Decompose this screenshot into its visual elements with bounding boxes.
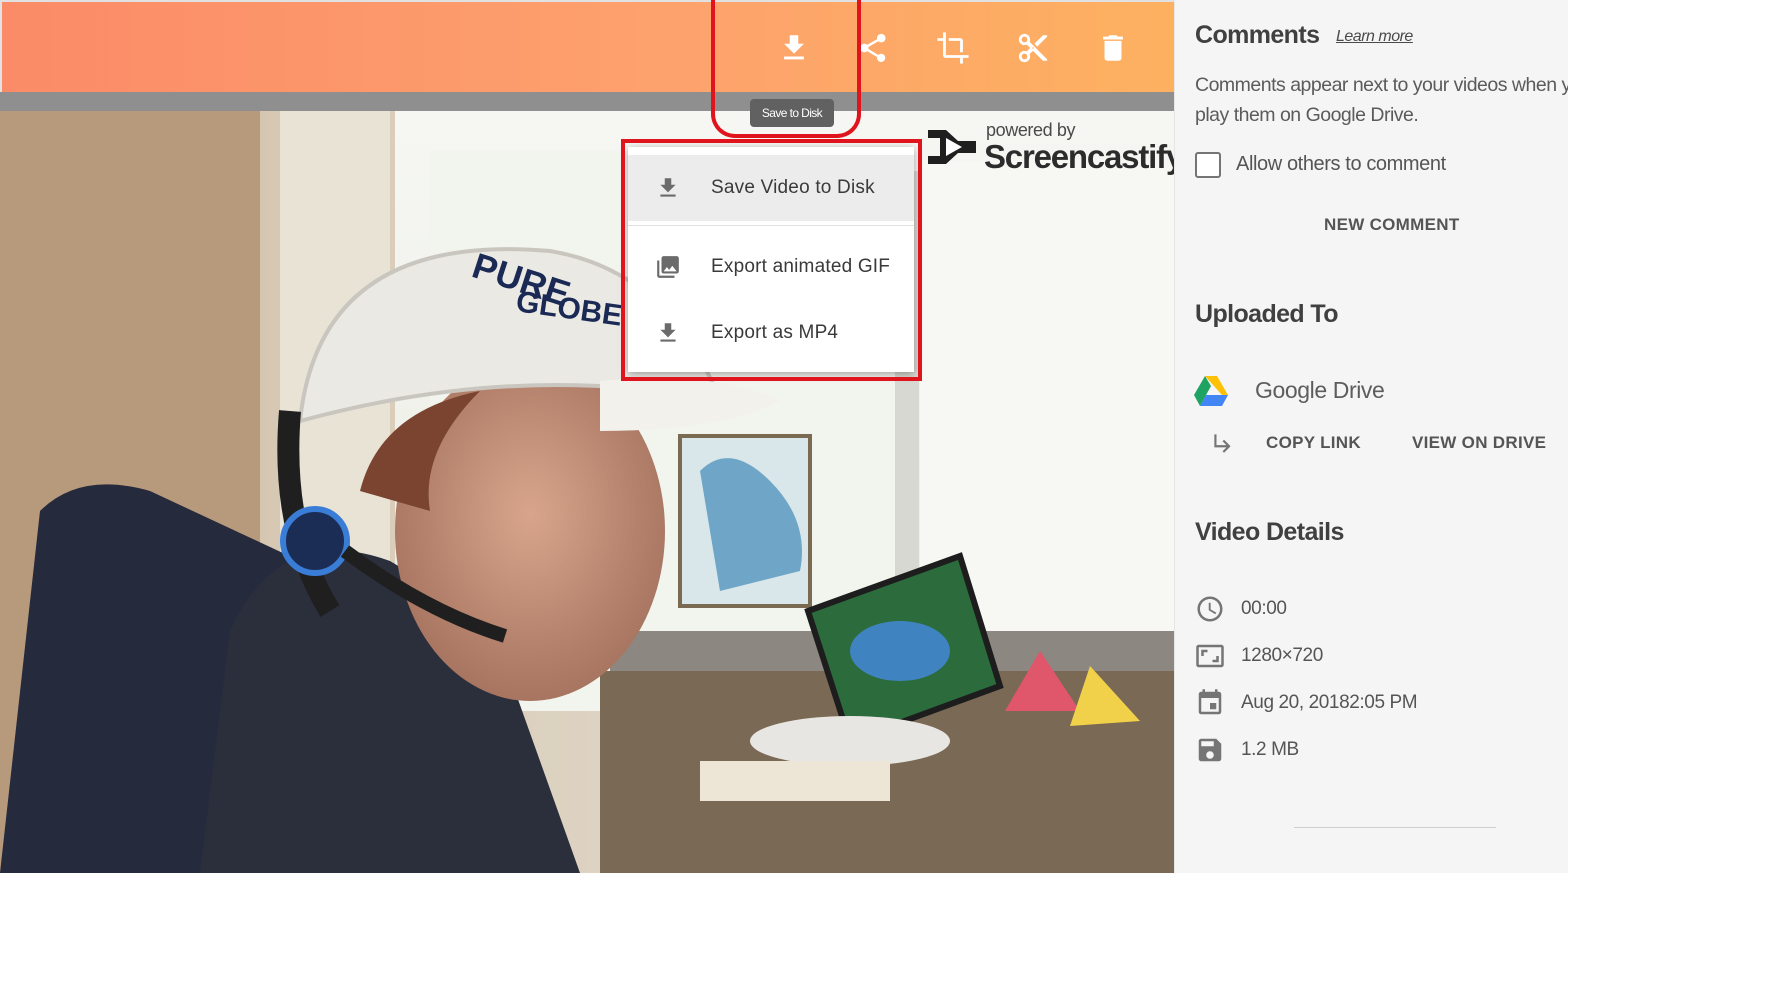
side-panel: Comments Learn more Comments appear next… [1174, 0, 1568, 873]
trash-icon [1103, 35, 1123, 61]
brand-name: Screencastify [984, 138, 1184, 175]
download-menu-highlight [621, 139, 922, 381]
video-details-heading: Video Details [1195, 518, 1344, 546]
clock-icon [1195, 594, 1225, 624]
calendar-icon [1195, 688, 1225, 718]
scissors-icon [1018, 33, 1048, 63]
top-toolbar [0, 0, 1174, 92]
screencastify-watermark: powered by Screencastify [924, 120, 1184, 180]
view-on-drive-button[interactable]: VIEW ON DRIVE [1412, 433, 1546, 453]
toolbar-shadow-bar [0, 92, 1174, 111]
save-icon [1195, 735, 1225, 765]
file-size-value: 1.2 MB [1241, 739, 1299, 760]
comments-description: Comments appear next to your videos when… [1195, 74, 1568, 126]
allow-comments-checkbox[interactable] [1195, 152, 1221, 178]
panel-bottom-divider [1294, 827, 1496, 828]
aspect-ratio-icon [1195, 641, 1225, 671]
duration-value: 00:00 [1241, 598, 1287, 619]
comments-heading: Comments [1195, 21, 1320, 49]
date-value: Aug 20, 20182:05 PM [1241, 692, 1418, 713]
webcam-frame-image: PURE GLOBE [0, 111, 1174, 873]
new-comment-button[interactable]: NEW COMMENT [1324, 215, 1460, 235]
share-icon [860, 33, 886, 63]
resolution-value: 1280×720 [1241, 645, 1323, 666]
crop-button[interactable] [931, 26, 975, 70]
subdirectory-arrow-icon [1214, 434, 1231, 453]
download-button-highlight [711, 0, 861, 138]
uploaded-to-heading: Uploaded To [1195, 300, 1339, 328]
share-button[interactable] [855, 26, 899, 70]
video-preview[interactable]: PURE GLOBE [0, 111, 1174, 873]
copy-link-button[interactable]: COPY LINK [1266, 433, 1361, 453]
cut-button[interactable] [1011, 26, 1055, 70]
panel-divider [1174, 0, 1175, 873]
allow-comments-label: Allow others to comment [1236, 153, 1446, 175]
delete-button[interactable] [1091, 26, 1135, 70]
google-drive-label: Google Drive [1255, 377, 1385, 403]
screencastify-editor: PURE GLOBE Save to Disk powered by Scree… [0, 0, 1568, 873]
google-drive-icon [1194, 376, 1228, 406]
crop-icon [937, 32, 969, 64]
learn-more-link[interactable]: Learn more [1336, 28, 1413, 46]
screencastify-logo-icon [928, 130, 976, 164]
